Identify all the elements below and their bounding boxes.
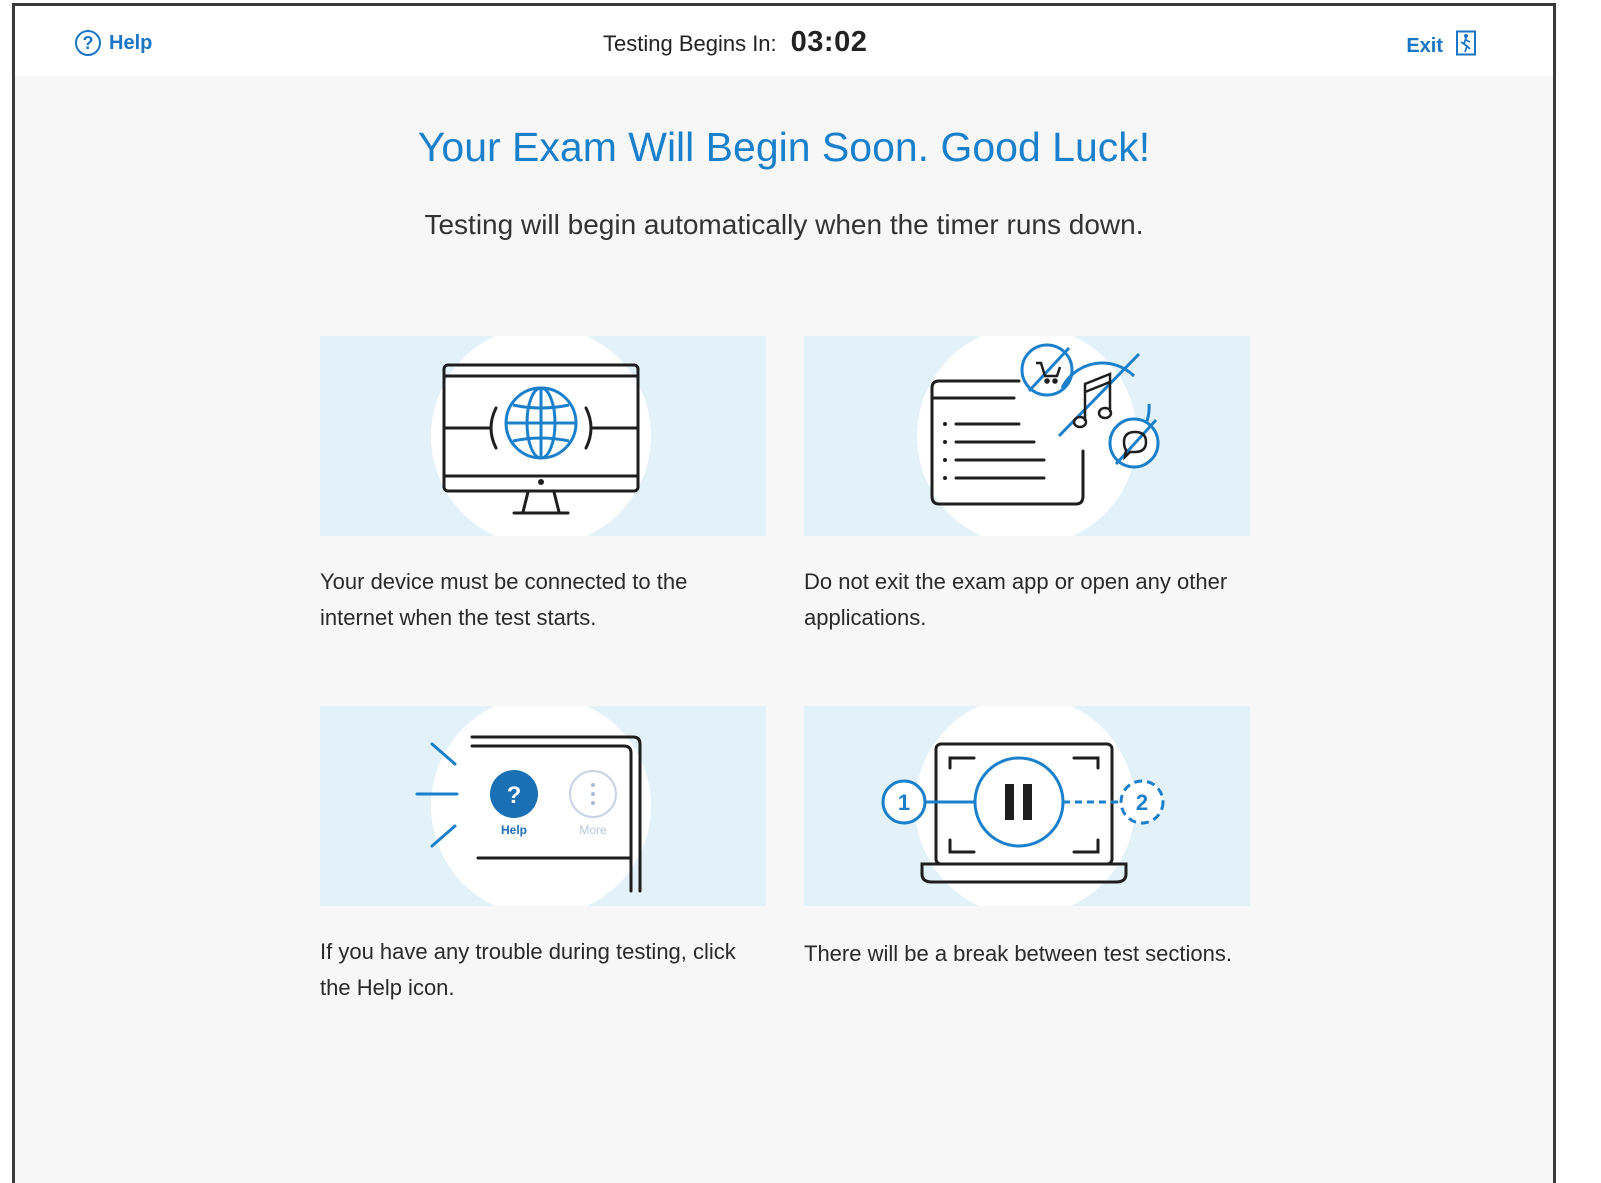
- app-frame: ? Help Testing Begins In: 03:02 Exit You…: [12, 3, 1556, 1183]
- svg-text:?: ?: [507, 782, 522, 809]
- card-caption: If you have any trouble during testing, …: [320, 939, 736, 1000]
- exit-button[interactable]: Exit: [1406, 30, 1477, 62]
- help-text: Help: [501, 823, 527, 837]
- instruction-card-break: 1 2 There will be a break between test s…: [804, 706, 1250, 972]
- instruction-card-internet: Your device must be connected to the int…: [320, 336, 766, 636]
- page-subtitle: Testing will begin automatically when th…: [424, 209, 1144, 240]
- top-bar: ? Help Testing Begins In: 03:02 Exit: [15, 6, 1553, 76]
- section-2-number: 2: [1136, 790, 1148, 815]
- monitor-globe-icon: [320, 336, 766, 536]
- exit-label: Exit: [1406, 34, 1443, 57]
- more-text: More: [579, 823, 607, 837]
- instruction-card-help: ? Help More If you have any trouble duri…: [320, 706, 766, 1006]
- section-1-number: 1: [898, 790, 910, 815]
- no-other-apps-icon: [804, 336, 1250, 536]
- exit-door-icon: [1455, 30, 1477, 62]
- section-break-icon: 1 2: [804, 706, 1250, 906]
- help-label: Help: [109, 31, 153, 54]
- page-title: Your Exam Will Begin Soon. Good Luck!: [417, 124, 1151, 170]
- question-circle-icon: ?: [75, 30, 101, 56]
- instruction-card-apps: Do not exit the exam app or open any oth…: [804, 336, 1250, 636]
- help-button-illustration: ? Help More: [320, 706, 766, 906]
- timer-value: 03:02: [790, 26, 868, 58]
- help-button[interactable]: ? Help: [75, 30, 152, 56]
- card-caption: Your device must be connected to the int…: [320, 569, 688, 630]
- card-caption: Do not exit the exam app or open any oth…: [804, 569, 1228, 630]
- timer-label: Testing Begins In:: [603, 31, 777, 56]
- card-caption: There will be a break between test secti…: [804, 941, 1233, 966]
- countdown-timer: Testing Begins In: 03:02: [603, 26, 867, 59]
